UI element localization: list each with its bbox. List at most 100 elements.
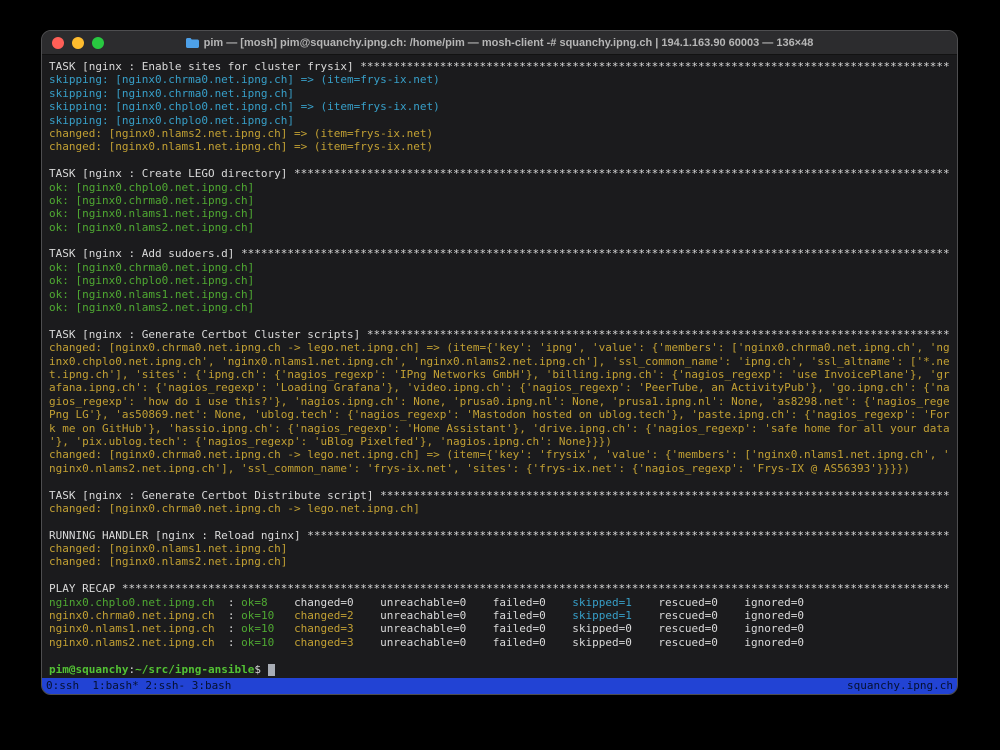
terminal-text: changed: [nginx0.nlams1.net.ipng.ch] => … xyxy=(49,140,433,153)
terminal-text: rescued=0 xyxy=(658,596,744,609)
terminal-line: ok: [nginx0.nlams2.net.ipng.ch] xyxy=(49,301,950,314)
terminal-text: nginx0.chrma0.net.ipng.ch xyxy=(49,609,215,622)
terminal-text: unreachable=0 xyxy=(380,622,493,635)
terminal-text: unreachable=0 xyxy=(380,596,493,609)
terminal-text: nginx0.nlams2.net.ipng.ch'], 'ssl_common… xyxy=(49,462,910,475)
terminal-text: failed=0 xyxy=(493,622,572,635)
terminal-text: k me on GitHub'}, 'hassio.ipng.ch': {'na… xyxy=(49,422,950,435)
task-header: TASK [nginx : Generate Certbot Distribut… xyxy=(49,489,950,502)
terminal-line: skipping: [nginx0.chrma0.net.ipng.ch] =>… xyxy=(49,73,950,86)
terminal-line: ok: [nginx0.nlams2.net.ipng.ch] xyxy=(49,221,950,234)
zoom-button[interactable] xyxy=(92,37,104,49)
terminal-text: skipping: [nginx0.chplo0.net.ipng.ch] xyxy=(49,114,294,127)
terminal-line: k me on GitHub'}, 'hassio.ipng.ch': {'na… xyxy=(49,422,950,435)
terminal-line: '}, 'pix.ublog.tech': {'nagios_regexp': … xyxy=(49,435,950,448)
header-fill: ****************************************… xyxy=(367,328,950,341)
terminal-line xyxy=(49,314,950,327)
terminal-line: changed: [nginx0.chrma0.net.ipng.ch -> l… xyxy=(49,502,950,515)
terminal-text: skipping: [nginx0.chrma0.net.ipng.ch] =>… xyxy=(49,73,440,86)
shell-prompt: pim@squanchy:~/src/ipng-ansible$ xyxy=(49,663,950,676)
terminal-text: rescued=0 xyxy=(658,636,744,649)
terminal-text: changed=2 xyxy=(294,609,380,622)
terminal-text: RUNNING HANDLER [nginx : Reload nginx] xyxy=(49,529,307,542)
play-recap-header: PLAY RECAP *****************************… xyxy=(49,582,950,595)
terminal-text: skipped=1 xyxy=(572,609,658,622)
terminal-cursor[interactable] xyxy=(268,664,275,676)
terminal-text: $ xyxy=(254,663,267,676)
terminal-text: ok=10 xyxy=(241,636,294,649)
recap-row: nginx0.nlams1.net.ipng.ch : ok=10 change… xyxy=(49,622,950,635)
titlebar[interactable]: pim — [mosh] pim@squanchy.ipng.ch: /home… xyxy=(42,31,957,55)
task-header: TASK [nginx : Enable sites for cluster f… xyxy=(49,60,950,73)
terminal-text: TASK [nginx : Generate Certbot Cluster s… xyxy=(49,328,367,341)
terminal-text: ok: [nginx0.nlams2.net.ipng.ch] xyxy=(49,221,254,234)
terminal-line: ok: [nginx0.nlams1.net.ipng.ch] xyxy=(49,207,950,220)
terminal-line: afana.ipng.ch': {'nagios_regexp': 'Loadi… xyxy=(49,381,950,394)
terminal-text: rescued=0 xyxy=(658,622,744,635)
traffic-lights xyxy=(52,31,104,54)
terminal-text: changed: [nginx0.nlams2.net.ipng.ch] xyxy=(49,555,287,568)
terminal-line: ok: [nginx0.chrma0.net.ipng.ch] xyxy=(49,194,950,207)
terminal-window: pim — [mosh] pim@squanchy.ipng.ch: /home… xyxy=(41,30,958,695)
terminal-text: TASK [nginx : Enable sites for cluster f… xyxy=(49,60,360,73)
recap-row: nginx0.chrma0.net.ipng.ch : ok=10 change… xyxy=(49,609,950,622)
terminal-line: nginx0.nlams2.net.ipng.ch'], 'ssl_common… xyxy=(49,462,950,475)
task-header: TASK [nginx : Add sudoers.d] ***********… xyxy=(49,247,950,260)
terminal-line: gios_regexp': 'how do i use this?'}, 'na… xyxy=(49,395,950,408)
terminal-text: skipped=0 xyxy=(572,622,658,635)
terminal-text: ok: [nginx0.chplo0.net.ipng.ch] xyxy=(49,274,254,287)
terminal-text: TASK [nginx : Add sudoers.d] xyxy=(49,247,241,260)
window-title-group: pim — [mosh] pim@squanchy.ipng.ch: /home… xyxy=(186,37,814,49)
terminal-text: ignored=0 xyxy=(744,636,804,649)
terminal-line xyxy=(49,234,950,247)
header-fill: ****************************************… xyxy=(380,489,950,502)
minimize-button[interactable] xyxy=(72,37,84,49)
window-title: pim — [mosh] pim@squanchy.ipng.ch: /home… xyxy=(204,37,814,49)
terminal-line xyxy=(49,649,950,662)
terminal-text: ok: [nginx0.nlams2.net.ipng.ch] xyxy=(49,301,254,314)
terminal-text: rescued=0 xyxy=(658,609,744,622)
terminal-text: skipped=0 xyxy=(572,636,658,649)
terminal-line: Png LG'}, 'as50869.net': None, 'ublog.te… xyxy=(49,408,950,421)
terminal-line: changed: [nginx0.nlams1.net.ipng.ch] xyxy=(49,542,950,555)
task-header: TASK [nginx : Generate Certbot Cluster s… xyxy=(49,328,950,341)
terminal-text: failed=0 xyxy=(493,596,572,609)
close-button[interactable] xyxy=(52,37,64,49)
terminal-text: ok: [nginx0.chplo0.net.ipng.ch] xyxy=(49,181,254,194)
terminal-line: ok: [nginx0.chplo0.net.ipng.ch] xyxy=(49,274,950,287)
terminal-text: changed=0 xyxy=(294,596,380,609)
header-fill: ****************************************… xyxy=(241,247,950,260)
terminal-text: nginx0.chplo0.net.ipng.ch xyxy=(49,596,215,609)
terminal-text: nginx0.nlams1.net.ipng.ch xyxy=(49,622,215,635)
terminal-line: changed: [nginx0.chrma0.net.ipng.ch -> l… xyxy=(49,341,950,354)
tmux-window-list[interactable]: 0:ssh 1:bash* 2:ssh- 3:bash xyxy=(46,678,231,694)
terminal-line: skipping: [nginx0.chplo0.net.ipng.ch] xyxy=(49,114,950,127)
terminal-text: ok: [nginx0.chrma0.net.ipng.ch] xyxy=(49,261,254,274)
header-fill: ****************************************… xyxy=(360,60,949,73)
terminal-output[interactable]: TASK [nginx : Enable sites for cluster f… xyxy=(42,55,957,678)
terminal-text: pim@squanchy xyxy=(49,663,128,676)
terminal-text: failed=0 xyxy=(493,636,572,649)
terminal-text: afana.ipng.ch': {'nagios_regexp': 'Loadi… xyxy=(49,381,950,394)
terminal-line: t.ipng.ch'], 'sites': {'ipng.ch': {'nagi… xyxy=(49,368,950,381)
header-fill: ****************************************… xyxy=(294,167,950,180)
terminal-text: changed: [nginx0.chrma0.net.ipng.ch -> l… xyxy=(49,341,950,354)
terminal-text: : xyxy=(215,622,242,635)
terminal-text: : xyxy=(215,636,242,649)
terminal-text: : xyxy=(215,596,242,609)
recap-row: nginx0.nlams2.net.ipng.ch : ok=10 change… xyxy=(49,636,950,649)
terminal-text: ignored=0 xyxy=(744,596,804,609)
terminal-text: t.ipng.ch'], 'sites': {'ipng.ch': {'nagi… xyxy=(49,368,950,381)
handler-header: RUNNING HANDLER [nginx : Reload nginx] *… xyxy=(49,529,950,542)
terminal-line: ok: [nginx0.chrma0.net.ipng.ch] xyxy=(49,261,950,274)
terminal-text: gios_regexp': 'how do i use this?'}, 'na… xyxy=(49,395,950,408)
terminal-line xyxy=(49,569,950,582)
terminal-line: skipping: [nginx0.chplo0.net.ipng.ch] =>… xyxy=(49,100,950,113)
terminal-line: ok: [nginx0.chplo0.net.ipng.ch] xyxy=(49,181,950,194)
terminal-text: ignored=0 xyxy=(744,609,804,622)
terminal-line: ok: [nginx0.nlams1.net.ipng.ch] xyxy=(49,288,950,301)
terminal-text: PLAY RECAP xyxy=(49,582,122,595)
terminal-text: nginx0.nlams2.net.ipng.ch xyxy=(49,636,215,649)
terminal-line: inx0.chplo0.net.ipng.ch', 'nginx0.nlams1… xyxy=(49,355,950,368)
terminal-text: skipped=1 xyxy=(572,596,658,609)
